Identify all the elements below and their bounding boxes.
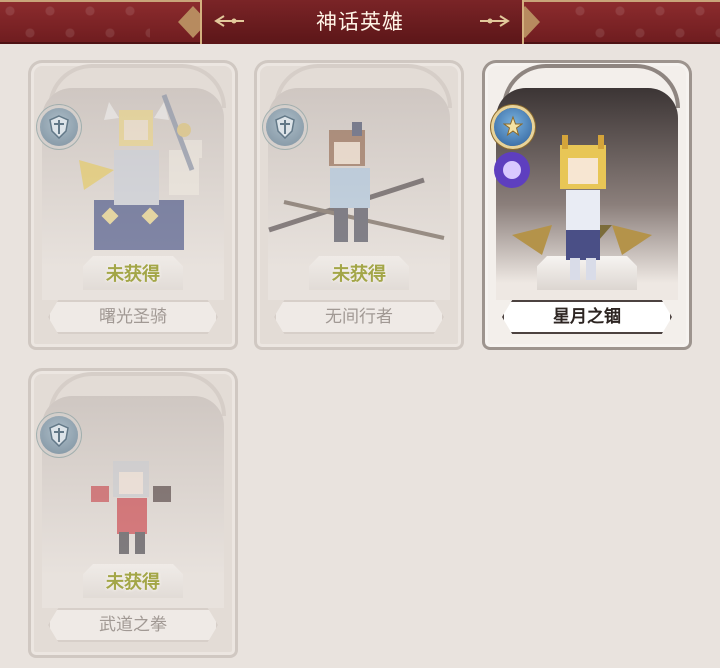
page-title: 神话英雄	[316, 10, 404, 34]
hero-card-starmoon[interactable]: 星月之锢	[482, 60, 692, 350]
hero-card-dawn-paladin[interactable]: 未获得 曙光圣骑	[28, 60, 238, 350]
hero-figure-martial-girl	[91, 461, 171, 554]
hero-name: 曙光圣骑	[99, 307, 167, 327]
status-label: 未获得	[106, 264, 160, 285]
hero-figure-knight-on-horse	[79, 94, 202, 250]
status-label: 未获得	[332, 264, 386, 285]
hero-name: 星月之锢	[553, 307, 621, 327]
hero-name: 武道之拳	[99, 615, 167, 635]
banner-pattern	[570, 0, 720, 44]
header-banner: 神话英雄	[0, 0, 720, 44]
status-label: 未获得	[106, 572, 160, 593]
hero-card-void-walker[interactable]: 未获得 无间行者	[254, 60, 464, 350]
hero-figure-spear-warrior	[268, 122, 445, 242]
hero-figure-golden-mage	[494, 135, 652, 280]
banner-pattern	[0, 0, 150, 44]
hero-name: 无间行者	[325, 307, 393, 327]
hero-card-martial-fist[interactable]: 未获得 武道之拳	[28, 368, 238, 658]
shield-emblem-icon	[40, 416, 78, 454]
